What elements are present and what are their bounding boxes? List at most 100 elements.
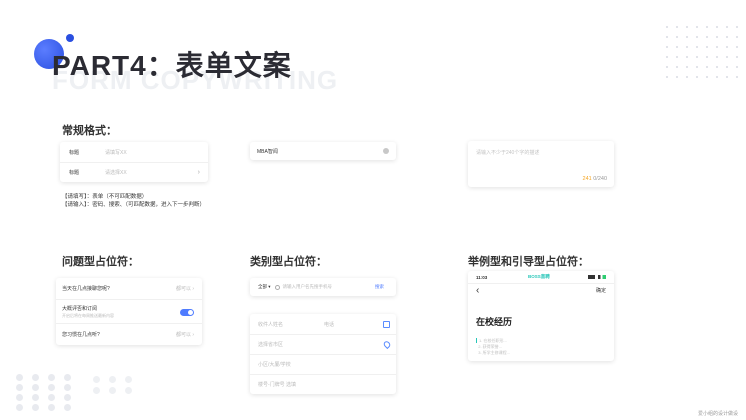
contact-icon[interactable] [383,320,390,328]
decor-dot [64,374,71,381]
decor-dot [686,56,688,58]
scope-dropdown[interactable]: 全部 ▾ [258,284,271,290]
form-row[interactable]: 小区/大厦/学校 [250,354,396,374]
decor-dot [706,36,708,38]
decor-dot [726,76,728,78]
logo-dot [66,34,74,42]
decor-dot [676,66,678,68]
decor-dot [696,36,698,38]
phone-textarea[interactable]: 1. 在校任职形... 2. 获得荣誉... 3. 所学主修课程... [476,338,510,356]
question-form-card: 当天在几点接聊您呢? 都可以 › 大概评否和订阅 开启后将在每周推送最新内容 您… [56,278,202,345]
close-circle-icon[interactable] [383,148,389,154]
row-input[interactable]: 选择省市区 [258,341,283,348]
decorative-dot-grid-bottom-2 [93,376,133,394]
decor-dot [125,387,132,394]
search-input[interactable]: MBA智闻 [250,142,396,160]
decor-dot [736,26,738,28]
row-input[interactable]: 楼号-门牌号 选填 [258,381,296,388]
phone-mock-card: 11:03 BOSS直聘 ‹ 确定 在校经历 1. 在校任职形... 2. 获得… [468,271,614,361]
hint-row: 3. 所学主修课程... [476,350,511,355]
decor-dot [696,26,698,28]
category-search-row: 全部 ▾ 请输入用户名先搜手机号 搜索 [250,278,396,296]
decor-dot [676,56,678,58]
search-field-card[interactable]: MBA智闻 [250,142,396,160]
regular-form-card: 标题 请填写XX 标题 请选择XX › [60,142,208,182]
decor-dot [696,66,698,68]
decor-dot [64,394,71,401]
decor-dot [696,56,698,58]
decor-dot [64,404,71,411]
back-icon[interactable]: ‹ [476,285,479,296]
note-line: 【请输入】：密码、搜索、（可匹配数据，进入下一步判断） [62,202,206,208]
confirm-button[interactable]: 确定 [596,287,606,294]
search-button[interactable]: 搜索 [375,284,384,290]
decor-dot [726,46,728,48]
decor-dot [686,66,688,68]
form-row[interactable]: 楼号-门牌号 选填 [250,374,396,394]
decor-dot [716,66,718,68]
decor-dot [716,46,718,48]
category-search-card: 全部 ▾ 请输入用户名先搜手机号 搜索 [250,278,396,296]
decor-dot [32,394,39,401]
decor-dot [109,376,116,383]
row-label: 标题 [69,149,80,156]
decor-dot [706,66,708,68]
decor-dot [726,36,728,38]
decor-dot [16,384,23,391]
decor-dot [706,56,708,58]
form-row[interactable]: 选择省市区 [250,334,396,354]
form-row[interactable]: 收件人姓名 电话 [250,314,396,334]
page-title: PART4：表单文案 [52,50,292,81]
decorative-dot-grid [666,26,738,78]
decor-dot [676,36,678,38]
decor-dot [16,374,23,381]
decor-dot [125,376,132,383]
decor-dot [64,384,71,391]
row-input[interactable]: 请填写XX [105,149,127,156]
decor-dot [93,387,100,394]
phone-page-title: 在校经历 [476,317,513,327]
decor-dot [716,36,718,38]
row-input[interactable]: 电话 [324,321,334,328]
decor-dot [736,46,738,48]
search-input[interactable]: 请输入用户名先搜手机号 [283,284,333,290]
row-input[interactable]: 收件人姓名 [258,321,324,328]
section-question: 问题型占位符： [62,256,139,268]
decor-dot [93,376,100,383]
form-row[interactable]: 标题 请选择XX › [60,162,208,182]
row-label: 标题 [69,170,80,176]
hint-line: 获得荣誉... [482,344,503,349]
decorative-dot-grid-bottom [16,374,72,411]
toggle-switch[interactable] [180,309,194,316]
decor-dot [696,46,698,48]
char-count-current: 241 [582,176,592,182]
decor-dot [676,46,678,48]
row-value[interactable]: 都可以 › [176,285,194,292]
row-select[interactable]: 请选择XX [105,169,127,176]
decor-dot [736,76,738,78]
form-row[interactable]: 标题 请填写XX [60,142,208,162]
row-value[interactable]: 都可以 › [176,331,194,338]
form-row[interactable]: 您习惯在几点听? 都可以 › [56,323,202,344]
note-line: 【请填写】：表单（不可匹配数据） [62,194,148,200]
row-label: 大概评否和订阅 [62,305,98,312]
decor-dot [726,26,728,28]
textarea-placeholder[interactable]: 请输入不少于240个字的描述 [476,149,539,156]
textarea-card[interactable]: 请输入不少于240个字的描述 241 0/240 [468,141,614,187]
hint-line: 所学主修课程... [482,350,511,355]
decor-dot [736,56,738,58]
form-row[interactable]: 当天在几点接聊您呢? 都可以 › [56,278,202,299]
search-icon [274,284,280,290]
char-count-total: 0/240 [593,176,607,182]
decor-dot [109,387,116,394]
section-category: 类别型占位符： [250,256,327,268]
decor-dot [48,384,55,391]
decor-dot [666,66,668,68]
decor-dot [736,36,738,38]
decor-dot [16,394,23,401]
row-input[interactable]: 小区/大厦/学校 [258,361,291,368]
category-form-card: 收件人姓名 电话 选择省市区 小区/大厦/学校 楼号-门牌号 选填 [250,314,396,394]
decor-dot [716,26,718,28]
decor-dot [686,26,688,28]
location-pin-icon[interactable] [382,339,392,350]
